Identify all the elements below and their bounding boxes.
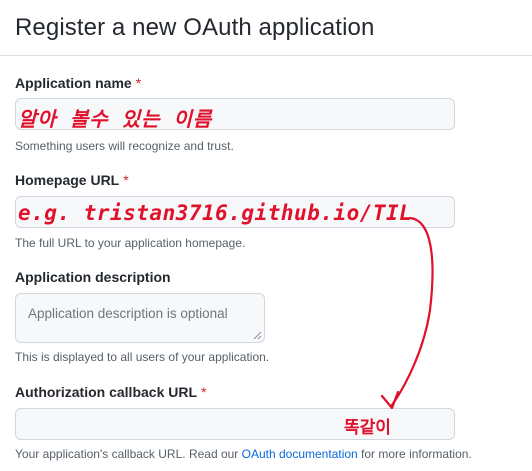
description-label: Application description [15,269,171,285]
app-name-hint: Something users will recognize and trust… [15,139,234,153]
callback-url-label: Authorization callback URL * [15,384,206,400]
title-divider [0,55,532,56]
callback-url-label-text: Authorization callback URL [15,384,198,400]
resize-grip-icon[interactable] [253,331,262,340]
oauth-documentation-link[interactable]: OAuth documentation [242,447,358,461]
page-title: Register a new OAuth application [15,14,375,41]
homepage-url-label: Homepage URL * [15,172,129,188]
annotation-arrow-icon [380,216,434,410]
callback-hint-suffix: for more information. [357,447,472,461]
description-hint: This is displayed to all users of your a… [15,350,270,364]
description-textarea[interactable]: Application description is optional [15,293,265,343]
homepage-url-label-text: Homepage URL [15,172,120,188]
app-name-label-text: Application name [15,75,132,91]
homepage-url-hint: The full URL to your application homepag… [15,236,246,250]
required-mark: * [123,172,129,188]
callback-hint-prefix: Your application's callback URL. Read ou… [15,447,242,461]
app-name-label: Application name * [15,75,141,91]
required-mark: * [135,75,142,91]
app-name-handwritten-value: 알아 볼수 있는 이름 [18,107,213,131]
required-mark: * [201,384,207,400]
description-placeholder: Application description is optional [28,306,228,321]
callback-url-hint: Your application's callback URL. Read ou… [15,447,472,461]
homepage-url-handwritten-value: e.g. tristan3716.github.io/TIL [18,201,413,225]
